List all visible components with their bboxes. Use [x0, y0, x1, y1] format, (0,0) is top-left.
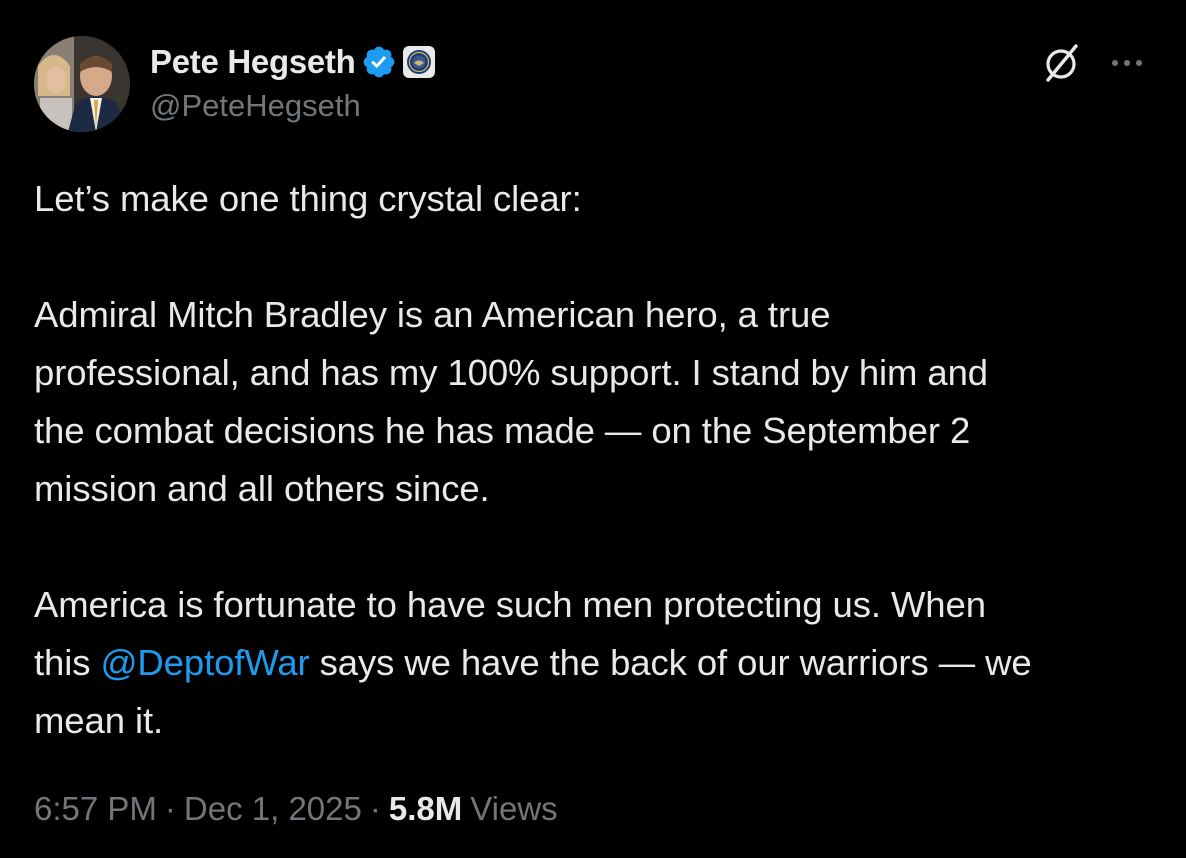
- tweet-line: mission and all others since.: [34, 468, 490, 509]
- verified-badge-icon[interactable]: [361, 44, 397, 80]
- author-handle[interactable]: @PeteHegseth: [150, 88, 361, 124]
- tweet-meta: 6:57 PM · Dec 1, 2025 · 5.8M Views: [34, 790, 558, 828]
- author-name-row: Pete Hegseth: [150, 38, 436, 86]
- mention-link[interactable]: @DeptofWar: [100, 642, 309, 683]
- more-options-button[interactable]: [1104, 40, 1150, 86]
- tweet-line: Admiral Mitch Bradley is an American her…: [34, 294, 831, 335]
- meta-separator: ·: [369, 790, 381, 827]
- text-segment: this: [34, 642, 101, 683]
- tweet-line: professional, and has my 100% support. I…: [34, 352, 988, 393]
- tweet-date[interactable]: Dec 1, 2025: [184, 790, 362, 828]
- tweet-line: America is fortunate to have such men pr…: [34, 584, 986, 625]
- avatar-photo: [34, 36, 130, 132]
- tweet-line: this @DeptofWar says we have the back of…: [34, 634, 1164, 692]
- avatar[interactable]: [34, 36, 130, 132]
- display-name[interactable]: Pete Hegseth: [150, 43, 356, 81]
- tweet-time[interactable]: 6:57 PM: [34, 790, 157, 828]
- grok-slash-icon: [1046, 44, 1078, 82]
- meta-separator: ·: [164, 790, 176, 827]
- views-count[interactable]: 5.8M: [389, 790, 462, 828]
- more-horizontal-icon: [1112, 60, 1142, 66]
- tweet-card: Pete Hegseth @PeteHegseth Let’s make one…: [0, 0, 1186, 858]
- dod-seal-icon[interactable]: [403, 46, 436, 78]
- tweet-line: the combat decisions he has made — on th…: [34, 410, 971, 451]
- tweet-line: Let’s make one thing crystal clear:: [34, 178, 582, 219]
- tweet-line: mean it.: [34, 700, 164, 741]
- views-label: Views: [470, 790, 558, 827]
- grok-button[interactable]: [1038, 40, 1084, 86]
- tweet-text: Let’s make one thing crystal clear: Admi…: [34, 170, 1164, 750]
- text-segment: says we have the back of our warriors — …: [309, 642, 1032, 683]
